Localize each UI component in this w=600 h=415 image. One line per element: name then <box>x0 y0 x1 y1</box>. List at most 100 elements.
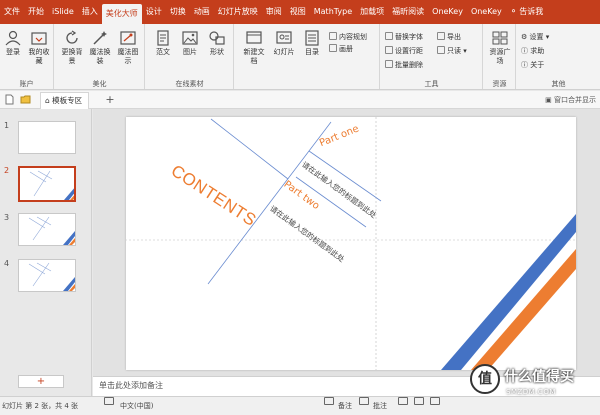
settings-button[interactable]: ⚙ 设置 ▾ <box>521 32 549 43</box>
slide-thumbnail-4[interactable] <box>18 259 76 292</box>
add-slide-button[interactable]: + <box>18 375 64 388</box>
resource-square-button[interactable]: 资源广场 <box>487 30 513 66</box>
tab-review[interactable]: 审阅 <box>262 0 286 24</box>
readonly-button[interactable]: 只读 ▾ <box>437 46 467 57</box>
template-label: 范文 <box>156 48 170 56</box>
help-button[interactable]: ⓘ 求助 <box>521 46 544 57</box>
slide-thumbnail-1[interactable] <box>18 121 76 154</box>
slide-button[interactable]: 幻灯片 <box>271 30 297 57</box>
watermark-subtext: SMZDM.COM <box>506 388 556 396</box>
tab-insert[interactable]: 插入 <box>78 0 102 24</box>
line-spacing-label: 设置行距 <box>395 47 423 55</box>
group-beautify: 更换背景 魔法换装 魔法图示 美化 <box>55 24 145 89</box>
home-icon: ⌂ <box>45 96 50 105</box>
tab-islide[interactable]: iSlide <box>48 0 78 24</box>
magic-change-button[interactable]: 魔法换装 <box>87 30 113 66</box>
template-button[interactable]: 范文 <box>150 30 176 57</box>
tab-animations[interactable]: 动画 <box>190 0 214 24</box>
tab-addins[interactable]: 加载项 <box>356 0 388 24</box>
tab-foxit[interactable]: 福昕阅读 <box>388 0 428 24</box>
watermark-text: 什么值得买 <box>504 369 574 385</box>
lightbulb-icon: ⚬ <box>509 7 518 17</box>
window-icon: ▣ <box>545 96 552 104</box>
slide-label: 幻灯片 <box>273 48 295 56</box>
content-plan-button[interactable]: 内容规划 <box>329 32 367 43</box>
slide-counter: 幻灯片 第 2 张，共 4 张 <box>2 402 79 410</box>
group-other: ⚙ 设置 ▾ ⓘ 求助 ⓘ 关于 其他 <box>517 24 600 89</box>
merge-window-label: 窗口合并显示 <box>554 96 596 104</box>
tab-slideshow[interactable]: 幻灯片放映 <box>214 0 262 24</box>
favorites-button[interactable]: 我的收藏 <box>26 30 52 66</box>
change-background-label: 更换背景 <box>61 48 83 65</box>
picture-button[interactable]: 图片 <box>177 30 203 57</box>
file-icon[interactable] <box>4 94 15 105</box>
thumb-number: 1 <box>4 121 10 130</box>
template-zone-label: 模板专区 <box>52 96 83 105</box>
new-document-button[interactable]: 新建文档 <box>241 30 267 66</box>
normal-view-icon[interactable] <box>398 397 408 405</box>
album-icon <box>329 44 337 52</box>
document-tab-strip: ⌂ 模板专区 + ▣ 窗口合并显示 <box>0 91 600 109</box>
toc-button[interactable]: 目录 <box>299 30 325 57</box>
replace-font-button[interactable]: 替换字体 <box>385 32 423 43</box>
notes-toggle-button[interactable]: 备注 <box>338 397 352 415</box>
tab-file[interactable]: 文件 <box>0 0 24 24</box>
tab-transitions[interactable]: 切换 <box>166 0 190 24</box>
ribbon: 登录 我的收藏 账户 更换背景 魔法换装 魔法图示 美化 范文 图片 形状 在线… <box>0 24 600 90</box>
image-icon <box>182 31 198 45</box>
slide-thumbnail-3[interactable] <box>18 213 76 246</box>
tab-onekey-2[interactable]: OneKey <box>467 0 506 24</box>
replace-font-label: 替换字体 <box>395 33 423 41</box>
gear-icon: ⚙ <box>521 33 528 41</box>
group-other-label: 其他 <box>551 80 566 88</box>
album-label: 画册 <box>339 45 353 53</box>
picture-label: 图片 <box>183 48 197 56</box>
settings-label: 设置 <box>529 33 544 41</box>
sorter-view-icon[interactable] <box>414 397 424 405</box>
group-resources: 资源广场 资源 <box>484 24 516 89</box>
tab-view[interactable]: 视图 <box>286 0 310 24</box>
thumb-number: 4 <box>4 259 10 268</box>
template-zone-tab[interactable]: ⌂ 模板专区 <box>40 92 90 109</box>
tab-design[interactable]: 设计 <box>142 0 166 24</box>
new-tab-button[interactable]: + <box>103 92 117 108</box>
batch-delete-button[interactable]: 批量删除 <box>385 60 423 71</box>
help-icon: ⓘ <box>521 47 528 55</box>
tab-home[interactable]: 开始 <box>24 0 48 24</box>
notes-icon <box>324 397 334 405</box>
shape-button[interactable]: 形状 <box>204 30 230 57</box>
reading-view-icon[interactable] <box>430 397 440 405</box>
line-spacing-button[interactable]: 设置行距 <box>385 46 423 57</box>
readonly-label: 只读 <box>447 47 461 55</box>
export-button[interactable]: 导出 <box>437 32 461 43</box>
folder-icon[interactable] <box>20 94 31 105</box>
tab-mathtype[interactable]: MathType <box>310 0 356 24</box>
new-document-label: 新建文档 <box>243 48 265 65</box>
language-indicator[interactable]: 中文(中国) <box>120 397 153 415</box>
watermark-logo: 值 <box>470 364 500 394</box>
magic-change-label: 魔法换装 <box>89 48 111 65</box>
export-label: 导出 <box>447 33 461 41</box>
thumbnail-3-preview <box>28 216 75 245</box>
thumbnail-4-preview <box>28 262 75 291</box>
magic-show-button[interactable]: 魔法图示 <box>115 30 141 66</box>
slide-icon <box>276 31 292 44</box>
watermark: 值 什么值得买 SMZDM.COM <box>468 362 600 402</box>
tab-beautify-master[interactable]: 美化大师 <box>101 4 142 24</box>
tab-onekey-1[interactable]: OneKey <box>428 0 467 24</box>
about-button[interactable]: ⓘ 关于 <box>521 60 544 71</box>
new-document-icon <box>246 31 262 44</box>
comments-toggle-button[interactable]: 批注 <box>373 397 387 415</box>
slide-thumbnail-2[interactable] <box>18 166 76 202</box>
grid-icon <box>492 31 508 45</box>
font-icon <box>385 32 393 40</box>
spellcheck-icon[interactable] <box>104 397 114 405</box>
orange-stripe <box>471 249 576 370</box>
tell-me-search[interactable]: 告诉我 <box>519 0 547 24</box>
current-slide[interactable]: CONTENTS Part one 请在此输入您的标题到此处 Part two … <box>126 117 576 370</box>
thumbnail-2-preview <box>29 170 74 200</box>
change-background-button[interactable]: 更换背景 <box>59 30 85 66</box>
login-button[interactable]: 登录 <box>0 30 26 57</box>
album-button[interactable]: 画册 <box>329 44 353 55</box>
merge-window-button[interactable]: ▣ 窗口合并显示 <box>545 93 596 107</box>
